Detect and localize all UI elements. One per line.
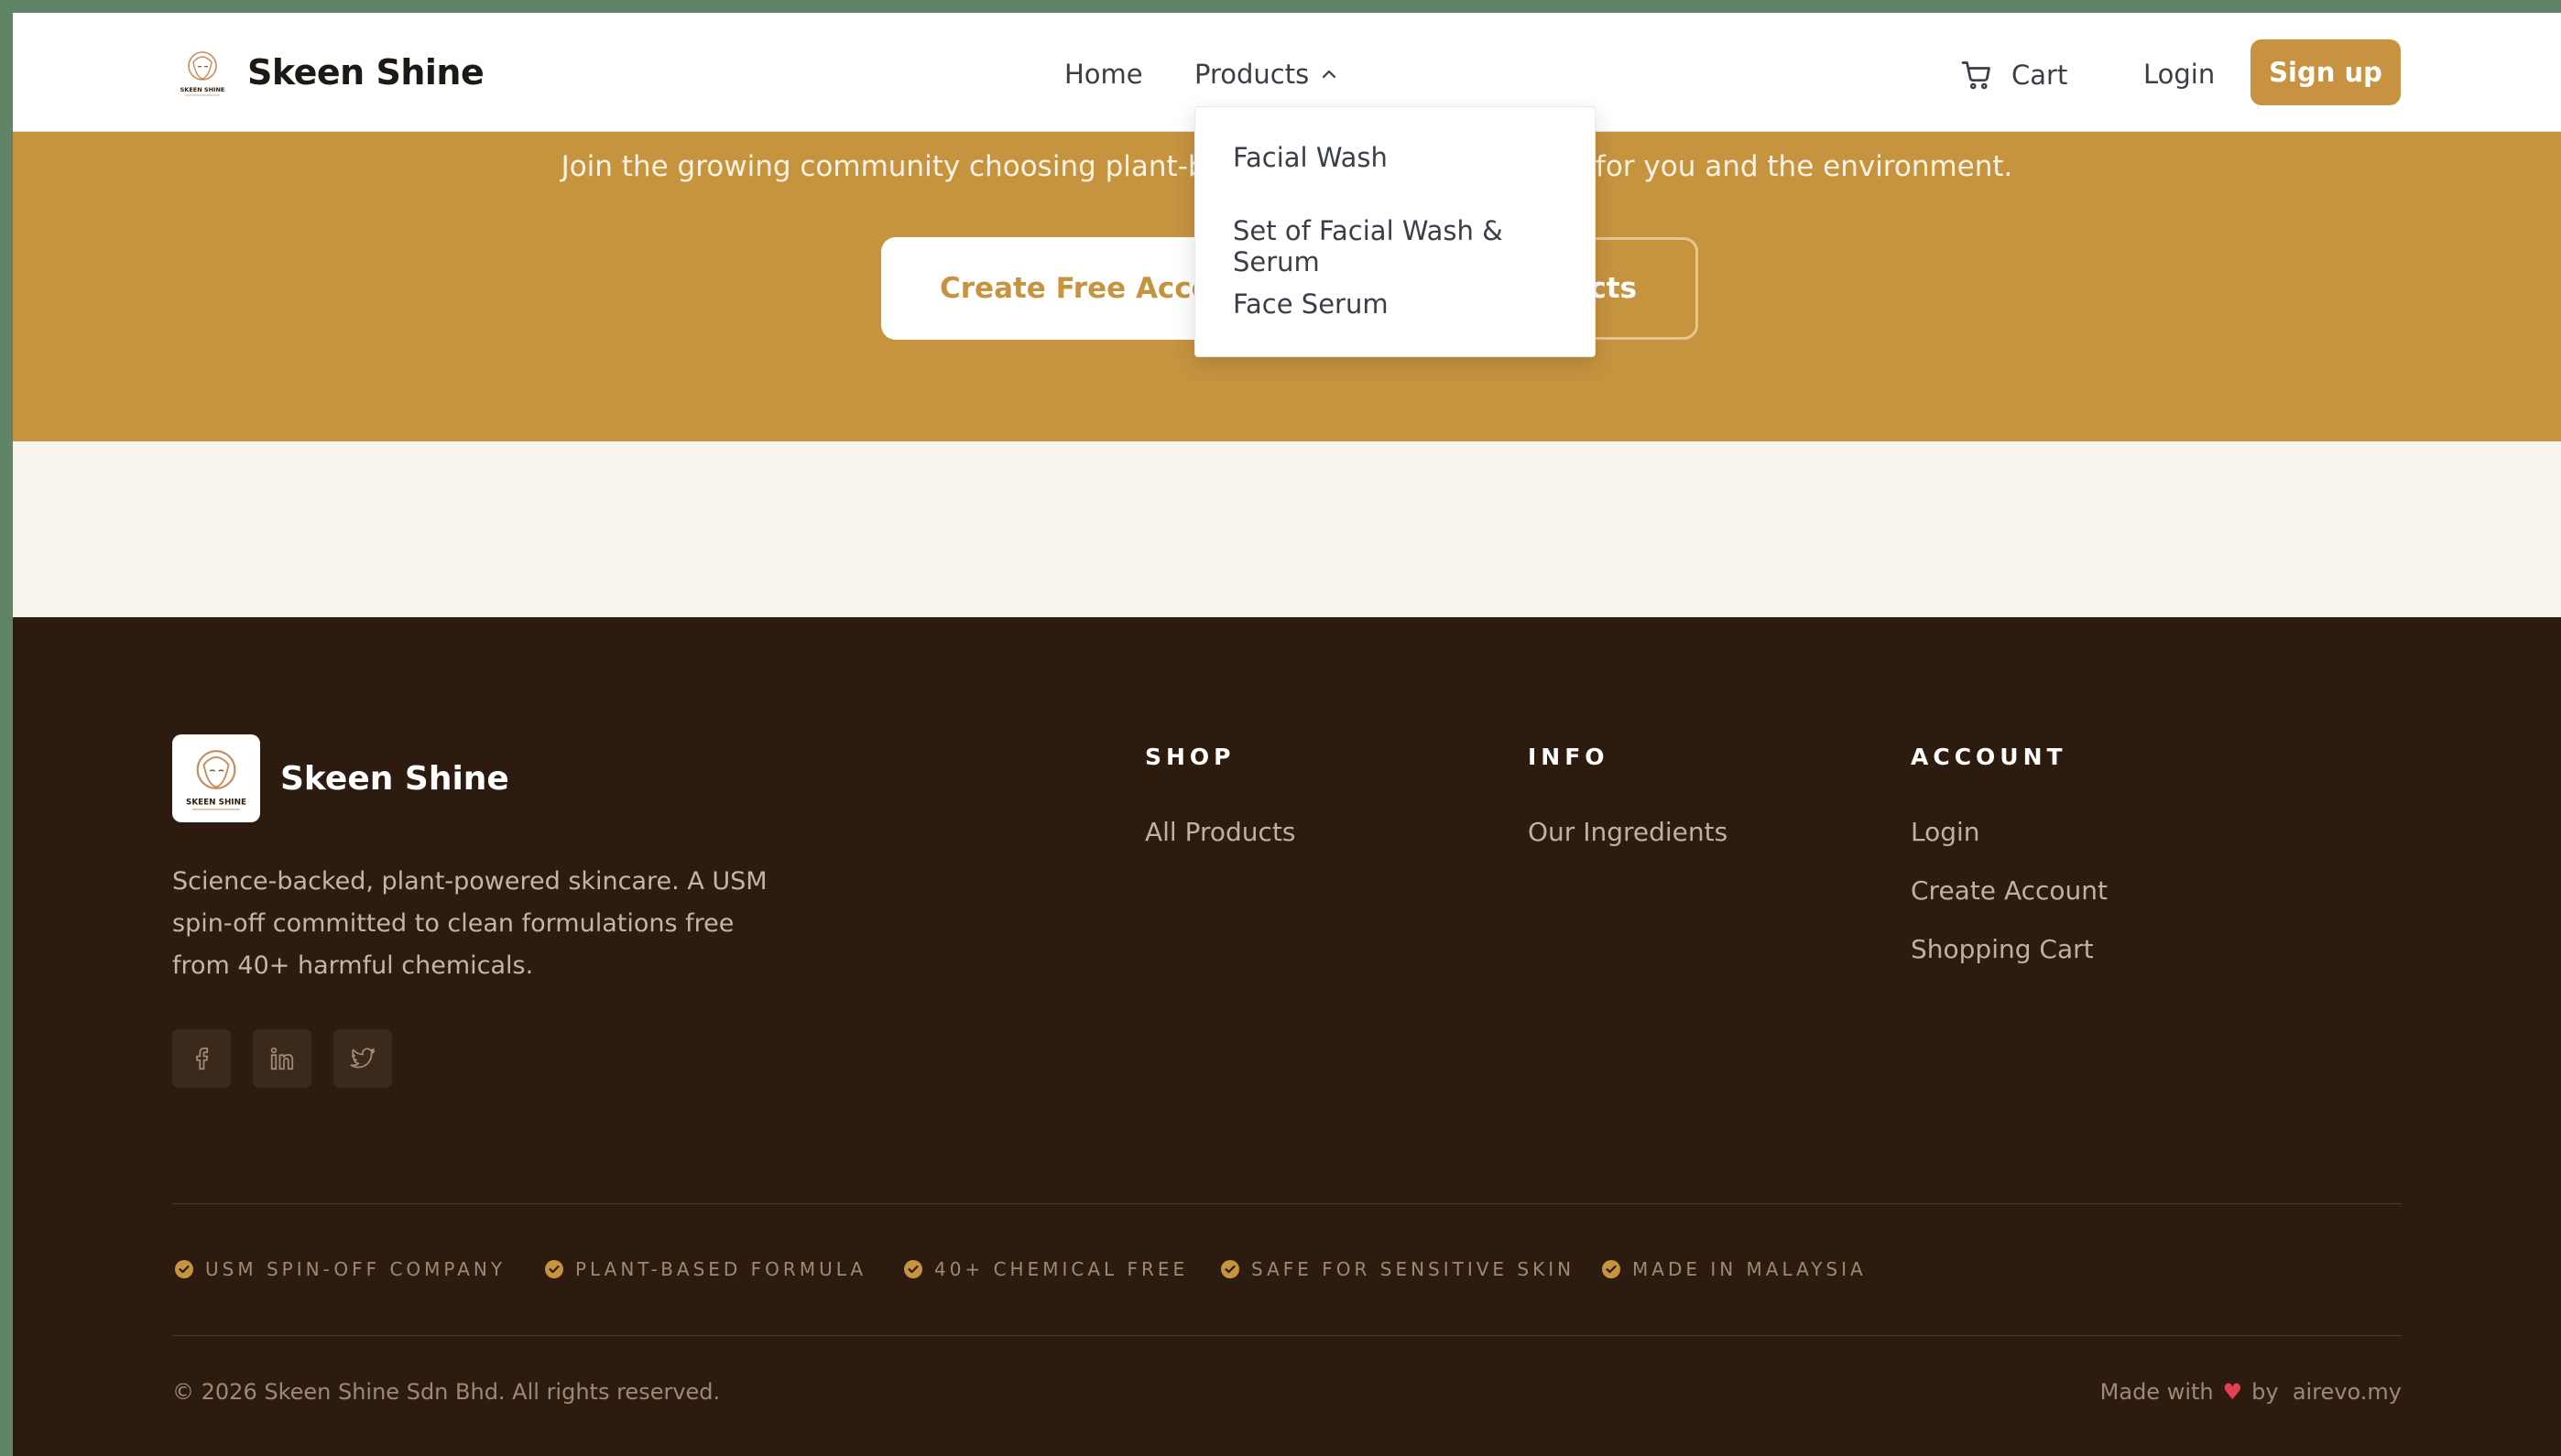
- footer-divider-bottom: [172, 1335, 2402, 1336]
- copyright-text: © 2026 Skeen Shine Sdn Bhd. All rights r…: [172, 1379, 721, 1405]
- footer-logo-box: SKEEN SHINE: [172, 734, 260, 822]
- browser-viewport: Join the growing community choosing plan…: [13, 13, 2561, 1456]
- badge-label: USM SPIN-OFF COMPANY: [205, 1258, 507, 1280]
- products-dropdown-menu: Facial Wash Set of Facial Wash & Serum F…: [1194, 106, 1596, 357]
- check-circle-icon: [1602, 1260, 1620, 1278]
- footer-link-login[interactable]: Login: [1911, 817, 1980, 847]
- footer-link-all-products[interactable]: All Products: [1145, 817, 1296, 847]
- brand-logo-link[interactable]: SKEEN SHINE Skeen Shine: [174, 44, 485, 101]
- nav-login-link[interactable]: Login: [2143, 59, 2215, 90]
- dropdown-item-wash-serum-set[interactable]: Set of Facial Wash & Serum: [1233, 215, 1595, 277]
- badge-plant-based: PLANT-BASED FORMULA: [544, 1258, 866, 1280]
- credit-link[interactable]: airevo.my: [2293, 1379, 2402, 1405]
- footer-link-our-ingredients[interactable]: Our Ingredients: [1528, 817, 1727, 847]
- check-circle-icon: [904, 1260, 922, 1278]
- footer-heading-shop: SHOP: [1145, 744, 1236, 770]
- brand-logo-icon: SKEEN SHINE: [178, 51, 227, 96]
- chevron-up-icon: [1323, 70, 1336, 79]
- nav-cart-label: Cart: [2011, 60, 2068, 91]
- page-spacer: [13, 441, 2561, 617]
- dropdown-item-face-serum[interactable]: Face Serum: [1233, 288, 1389, 320]
- footer-heading-info: INFO: [1528, 744, 1609, 770]
- nav-home-link[interactable]: Home: [1064, 59, 1143, 90]
- made-with-credit: Made with ♥ by airevo.my: [2100, 1379, 2402, 1405]
- footer-logo-icon: SKEEN SHINE: [186, 750, 246, 810]
- footer-link-shopping-cart[interactable]: Shopping Cart: [1911, 934, 2094, 964]
- footer-divider-top: [172, 1203, 2402, 1204]
- badge-label: 40+ CHEMICAL FREE: [934, 1258, 1189, 1280]
- footer-link-create-account[interactable]: Create Account: [1911, 875, 2108, 906]
- by-label: by: [2251, 1379, 2279, 1405]
- linkedin-link[interactable]: [253, 1029, 311, 1088]
- made-with-label: Made with: [2099, 1379, 2214, 1405]
- dropdown-item-facial-wash[interactable]: Facial Wash: [1233, 142, 1388, 173]
- site-footer: SKEEN SHINE Skeen Shine Science-backed, …: [13, 617, 2561, 1456]
- check-circle-icon: [1221, 1260, 1239, 1278]
- brand-name: Skeen Shine: [247, 52, 485, 92]
- twitter-icon: [350, 1048, 376, 1069]
- check-circle-icon: [545, 1260, 563, 1278]
- cart-icon: [1961, 61, 1990, 90]
- footer-heading-account: ACCOUNT: [1911, 744, 2067, 770]
- badge-chemical-free: 40+ CHEMICAL FREE: [903, 1258, 1188, 1280]
- footer-description: Science-backed, plant-powered skincare. …: [172, 867, 768, 980]
- check-circle-icon: [175, 1260, 193, 1278]
- footer-brand[interactable]: SKEEN SHINE Skeen Shine: [172, 734, 509, 822]
- badge-label: SAFE FOR SENSITIVE SKIN: [1251, 1258, 1575, 1280]
- badge-label: PLANT-BASED FORMULA: [575, 1258, 867, 1280]
- badge-made-in-malaysia: MADE IN MALAYSIA: [1601, 1258, 1867, 1280]
- badge-label: MADE IN MALAYSIA: [1632, 1258, 1867, 1280]
- nav-signup-button[interactable]: Sign up: [2250, 39, 2401, 105]
- nav-products-toggle[interactable]: Products: [1194, 59, 1338, 90]
- footer-logo-wordmark: SKEEN SHINE: [186, 798, 246, 807]
- facebook-link[interactable]: [172, 1029, 231, 1088]
- facebook-icon: [196, 1047, 209, 1070]
- nav-products-label: Products: [1194, 59, 1310, 90]
- nav-cart-link[interactable]: Cart: [1960, 59, 2067, 92]
- badge-sensitive-skin: SAFE FOR SENSITIVE SKIN: [1220, 1258, 1575, 1280]
- logo-wordmark: SKEEN SHINE: [180, 86, 225, 93]
- linkedin-icon: [270, 1047, 294, 1070]
- footer-brand-name: Skeen Shine: [280, 759, 509, 798]
- twitter-link[interactable]: [333, 1029, 392, 1088]
- heart-icon: ♥: [2222, 1379, 2243, 1405]
- badge-usm-spinoff: USM SPIN-OFF COMPANY: [174, 1258, 506, 1280]
